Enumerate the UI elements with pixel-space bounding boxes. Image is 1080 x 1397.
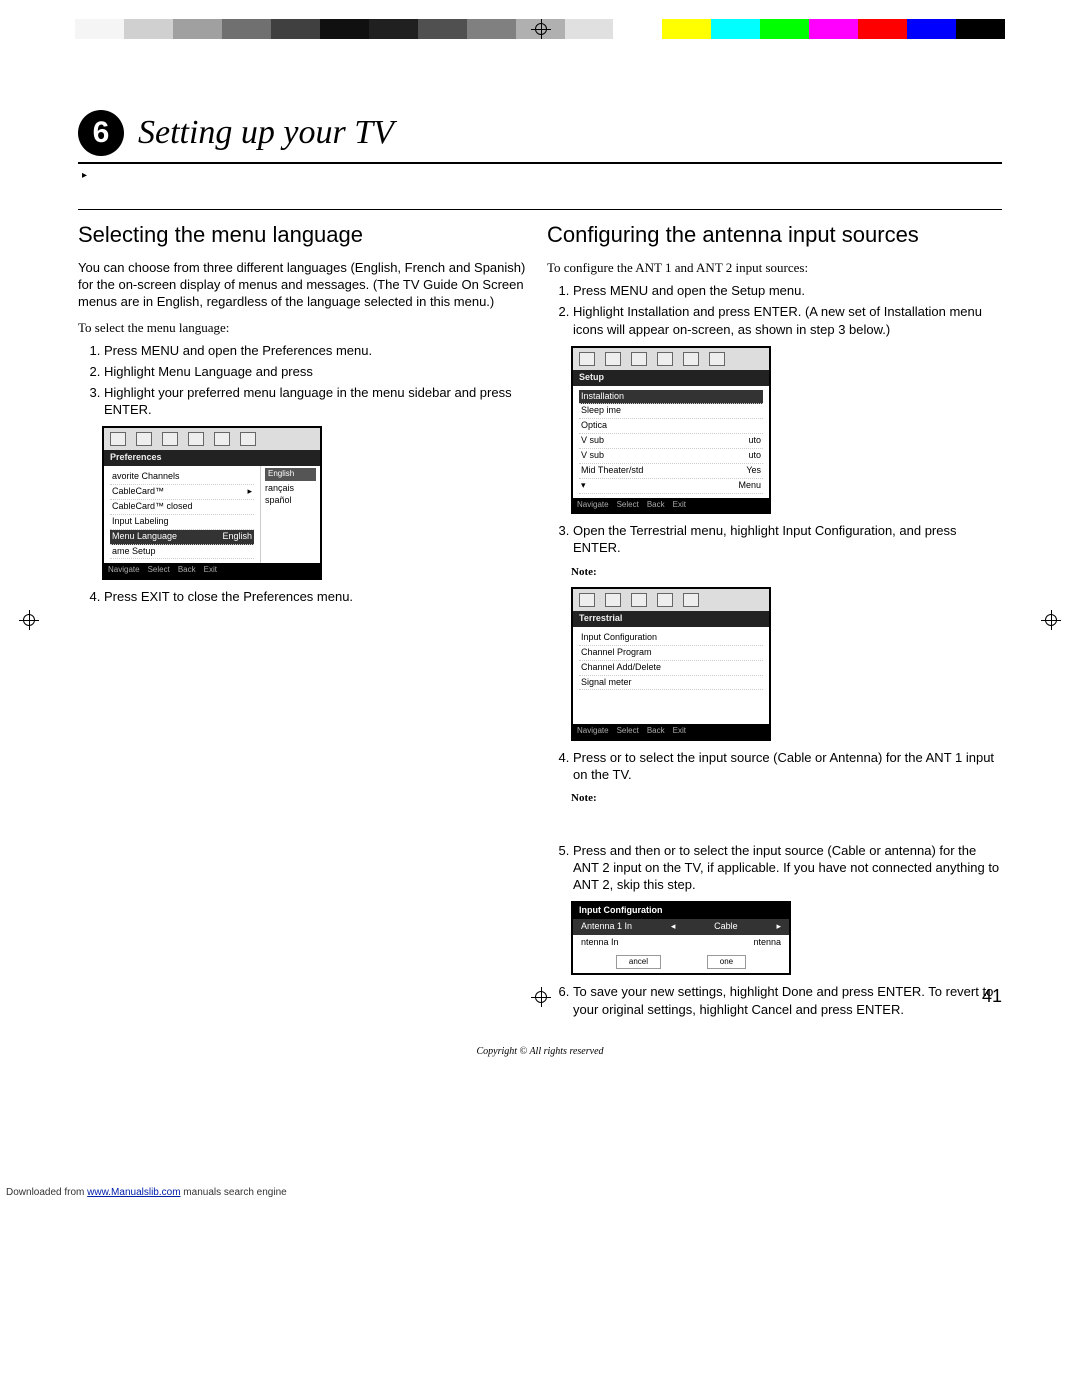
menu-row: Input Labeling	[112, 516, 169, 528]
menu-row: Channel Add/Delete	[581, 662, 661, 674]
page-number: 41	[982, 986, 1002, 1007]
menu-row: Mid Theater/std	[581, 465, 643, 477]
menu-row: Sleep ime	[581, 405, 621, 417]
nav-hint: Exit	[673, 500, 686, 511]
step-item: Highlight your preferred menu language i…	[104, 384, 533, 418]
registration-mark-top	[531, 19, 551, 39]
section-rule	[78, 209, 1002, 210]
note-label: Note:	[571, 791, 1002, 806]
done-button: one	[707, 955, 746, 970]
column-right: Configuring the antenna input sources To…	[547, 220, 1002, 1026]
note-label: Note:	[571, 565, 1002, 580]
menu-row: CableCard™	[112, 486, 164, 498]
step-item: Press or to select the input source (Cab…	[573, 749, 1002, 783]
step-item: Highlight Installation and press ENTER. …	[573, 303, 1002, 337]
registration-mark-right	[1041, 610, 1061, 630]
nav-hint: Select	[617, 726, 639, 737]
step-item: To save your new settings, highlight Don…	[573, 983, 1002, 1017]
registration-mark-bottom	[531, 987, 551, 1007]
copyright-line: Copyright © All rights reserved	[78, 1046, 1002, 1057]
menu-option: rançais	[265, 483, 316, 495]
menu-row-hl: Installation	[581, 391, 624, 403]
registration-mark-left	[19, 610, 39, 630]
nav-hint: Navigate	[577, 726, 609, 737]
menu-row: Signal meter	[581, 677, 632, 689]
nav-hint: Navigate	[577, 500, 609, 511]
menu-row: CableCard™ closed	[112, 501, 193, 513]
nav-hint: Back	[647, 726, 665, 737]
menu-row: ame Setup	[112, 546, 156, 558]
manualslib-link[interactable]: www.Manualslib.com	[87, 1187, 180, 1198]
section-heading-right: Configuring the antenna input sources	[547, 220, 1002, 249]
steps-list-right: Press MENU and open the Setup menu. High…	[573, 282, 1002, 337]
menu-title: Preferences	[104, 450, 320, 466]
section-heading-left: Selecting the menu language	[78, 220, 533, 249]
step-item: Open the Terrestrial menu, highlight Inp…	[573, 522, 1002, 556]
nav-hint: Select	[148, 565, 170, 576]
nav-hint: Back	[647, 500, 665, 511]
nav-hint: Exit	[673, 726, 686, 737]
menu-row: Input Configuration	[581, 632, 657, 644]
steps-list-right-3: Open the Terrestrial menu, highlight Inp…	[573, 522, 1002, 556]
step-item: Press MENU and open the Preferences menu…	[104, 342, 533, 359]
step-item: Highlight Menu Language and press	[104, 363, 533, 380]
menu-screenshot-terrestrial: Terrestrial Input Configuration Channel …	[571, 587, 771, 741]
steps-list-left: Press MENU and open the Preferences menu…	[104, 342, 533, 419]
menu-row: Menu	[738, 480, 761, 492]
menu-row: V sub	[581, 435, 604, 447]
intro-text-left: You can choose from three different lang…	[78, 259, 533, 310]
step-item: Press MENU and open the Setup menu.	[573, 282, 1002, 299]
column-left: Selecting the menu language You can choo…	[78, 220, 533, 1026]
nav-hint: Navigate	[108, 565, 140, 576]
continuation-arrow-icon: ▸	[82, 170, 1002, 181]
menu-screenshot-preferences: Preferences avorite Channels CableCard™▸…	[102, 426, 322, 580]
nav-hint: Back	[178, 565, 196, 576]
cancel-button: ancel	[616, 955, 661, 970]
nav-hint: Select	[617, 500, 639, 511]
menu-screenshot-setup: Setup Installation Sleep ime Optica V su…	[571, 346, 771, 515]
menu-row: Optica	[581, 420, 607, 432]
subheading-left: To select the menu language:	[78, 319, 533, 336]
menu-title: Input Configuration	[573, 903, 789, 919]
subheading-right: To configure the ANT 1 and ANT 2 input s…	[547, 259, 1002, 276]
menu-screenshot-input-config: Input Configuration Antenna 1 In◂Cable▸ …	[571, 901, 791, 975]
manualslib-footer: Downloaded from www.Manualslib.com manua…	[6, 1187, 1080, 1198]
menu-row: Channel Program	[581, 647, 652, 659]
chapter-rule	[78, 162, 1002, 164]
steps-list-right-5: Press and then or to select the input so…	[573, 842, 1002, 893]
chapter-title: Setting up your TV	[138, 114, 394, 152]
chapter-number: 6	[78, 110, 124, 156]
menu-row: V sub	[581, 450, 604, 462]
nav-hint: Exit	[204, 565, 217, 576]
step-item: Press and then or to select the input so…	[573, 842, 1002, 893]
config-row: ntenna In	[581, 937, 619, 949]
menu-row-hl: Menu Language	[112, 531, 177, 543]
menu-title: Setup	[573, 370, 769, 386]
menu-row: avorite Channels	[112, 471, 180, 483]
step-item: Press EXIT to close the Preferences menu…	[104, 588, 533, 605]
menu-option: spañol	[265, 495, 316, 507]
menu-title: Terrestrial	[573, 611, 769, 627]
steps-list-left-cont: Press EXIT to close the Preferences menu…	[104, 588, 533, 605]
config-row: Antenna 1 In	[581, 921, 632, 933]
steps-list-right-4: Press or to select the input source (Cab…	[573, 749, 1002, 783]
menu-option: English	[265, 468, 316, 481]
steps-list-right-6: To save your new settings, highlight Don…	[573, 983, 1002, 1017]
